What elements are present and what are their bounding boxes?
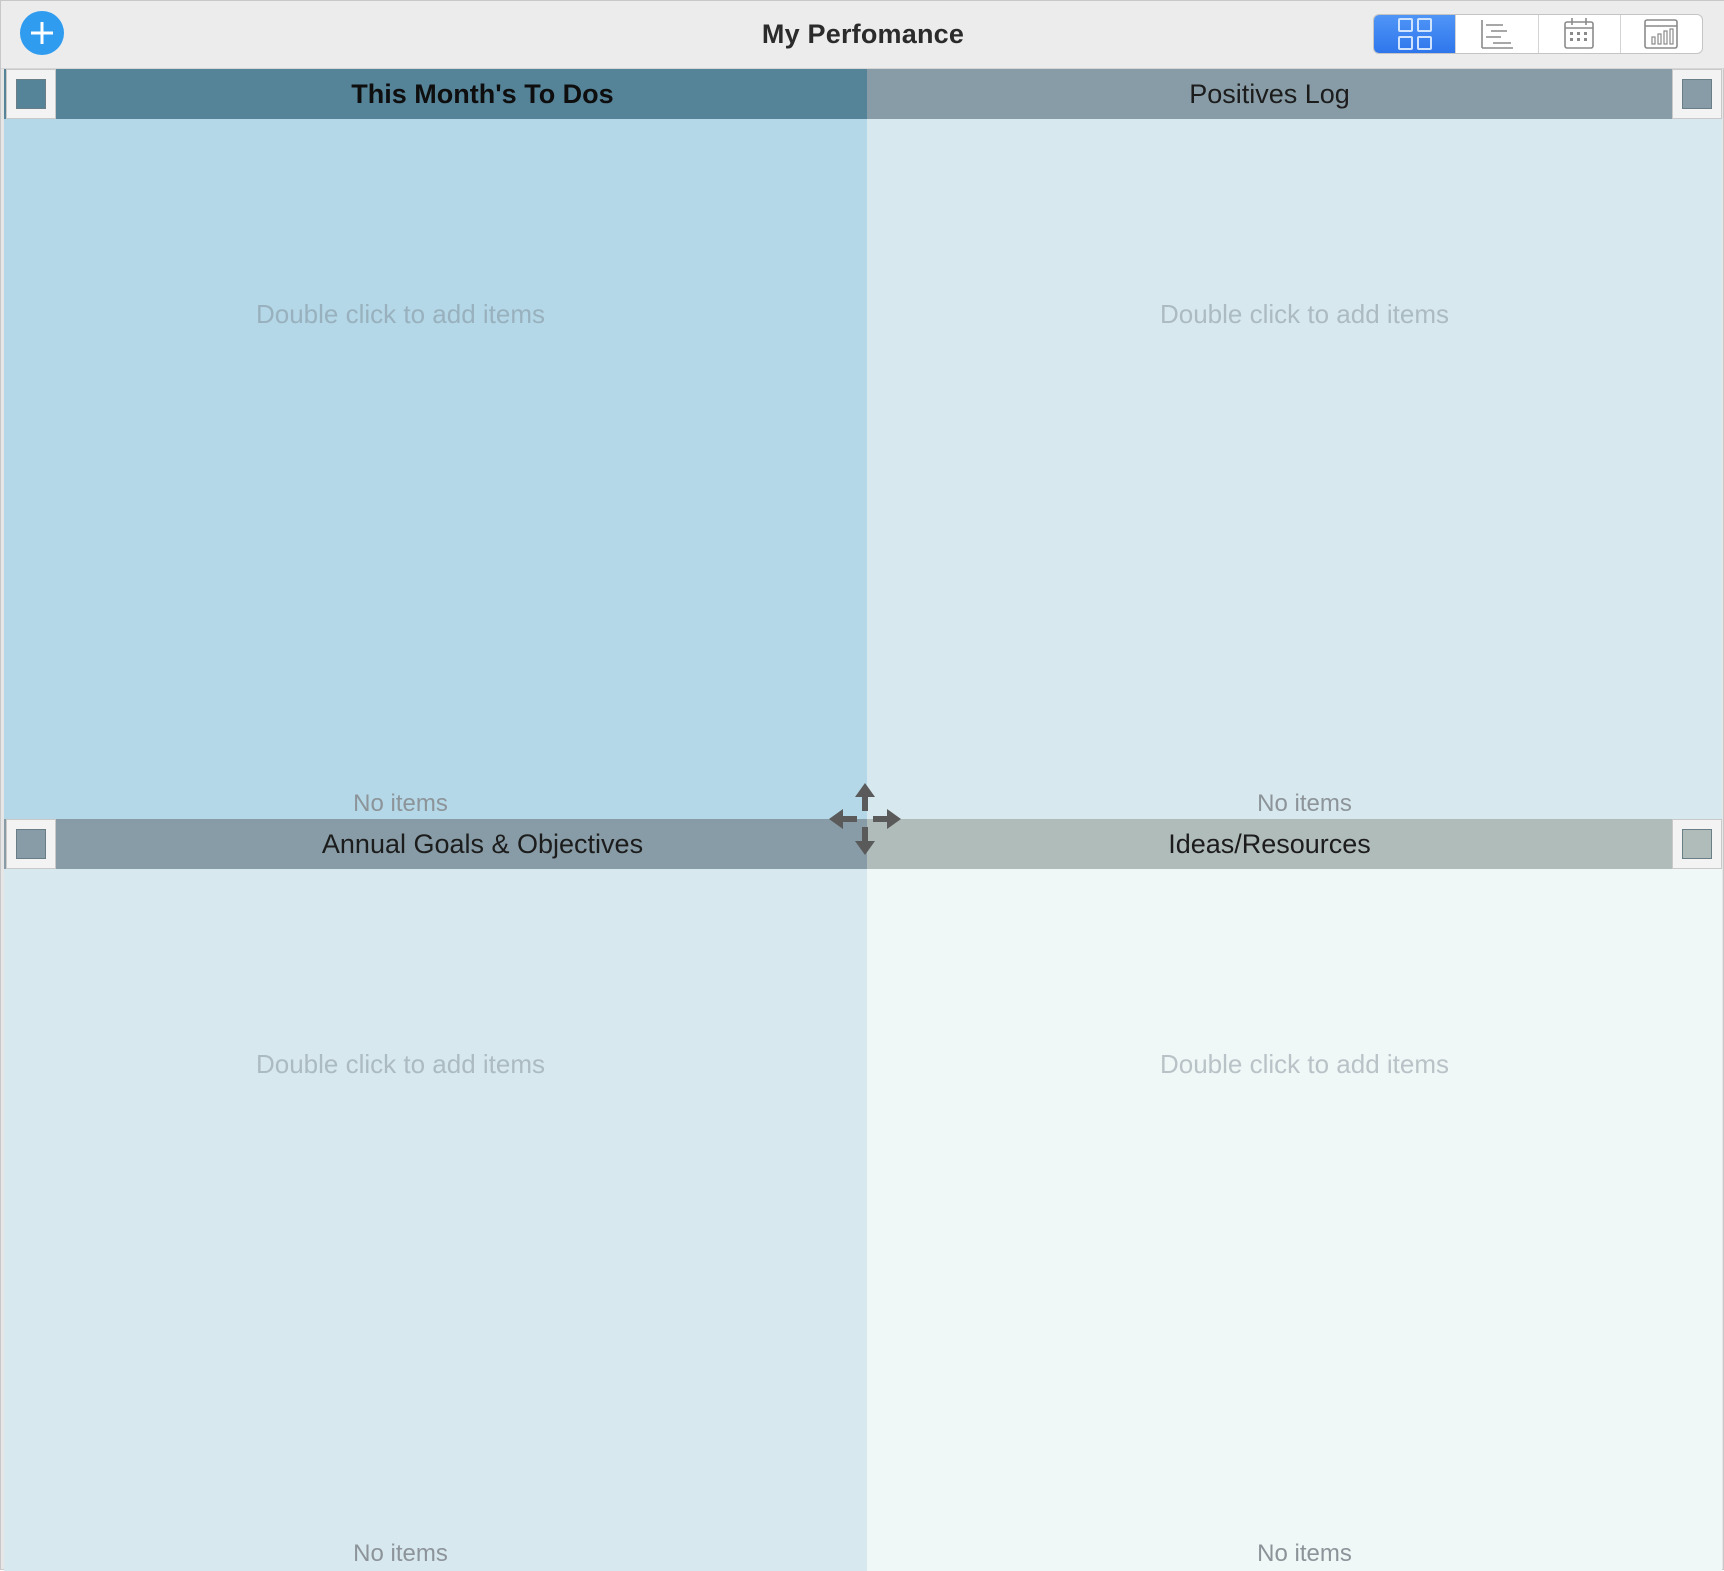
quadrant-top-right[interactable]: Positives Log Double click to add items … <box>867 69 1722 819</box>
calendar-icon <box>1564 18 1594 49</box>
quadrant-select-checkbox[interactable] <box>1672 69 1722 119</box>
quadrant-select-checkbox[interactable] <box>6 819 56 869</box>
quadrant-title: Ideas/Resources <box>1168 828 1371 859</box>
view-chart-button[interactable] <box>1621 15 1702 53</box>
empty-hint-text: Double click to add items <box>1159 299 1450 329</box>
chart-report-icon <box>1644 19 1679 49</box>
empty-hint: Double click to add items <box>4 299 867 330</box>
item-count: No items <box>4 1540 867 1568</box>
empty-hint-text: Double click to add items <box>1159 1049 1450 1079</box>
checkbox-swatch <box>1682 79 1712 109</box>
item-count: No items <box>4 790 867 818</box>
toolbar: My Perfomance <box>1 1 1724 69</box>
item-count-text: No items <box>353 790 448 817</box>
empty-hint: Double click to add items <box>867 299 1722 330</box>
quadrant-header[interactable]: This Month's To Dos <box>4 69 867 119</box>
checkbox-swatch <box>16 79 46 109</box>
view-outline-button[interactable] <box>1456 15 1539 53</box>
item-count: No items <box>867 1540 1722 1568</box>
item-count-text: No items <box>353 1540 448 1567</box>
empty-hint-text: Double click to add items <box>255 1049 546 1079</box>
quadrant-header[interactable]: Positives Log <box>867 69 1722 119</box>
quadrant-bottom-right[interactable]: Ideas/Resources Double click to add item… <box>867 819 1722 1571</box>
move-arrows-icon <box>829 783 901 855</box>
quadrant-select-checkbox[interactable] <box>1672 819 1722 869</box>
quadrant-header[interactable]: Ideas/Resources <box>867 819 1722 869</box>
empty-hint: Double click to add items <box>867 1049 1722 1080</box>
checkbox-swatch <box>1682 829 1712 859</box>
view-quadrant-button[interactable] <box>1374 15 1457 53</box>
quadrant-title: Annual Goals & Objectives <box>321 828 644 859</box>
quadrant-bottom-left[interactable]: Annual Goals & Objectives Double click t… <box>4 819 867 1571</box>
view-switcher <box>1373 14 1703 54</box>
quadrant-header[interactable]: Annual Goals & Objectives <box>4 819 867 869</box>
empty-hint-text: Double click to add items <box>255 299 546 329</box>
empty-hint: Double click to add items <box>4 1049 867 1080</box>
quadrant-select-checkbox[interactable] <box>6 69 56 119</box>
quadrant-top-left[interactable]: This Month's To Dos Double click to add … <box>4 69 867 819</box>
checkbox-swatch <box>16 829 46 859</box>
item-count-text: No items <box>1257 790 1352 817</box>
outline-list-icon <box>1481 20 1513 49</box>
view-calendar-button[interactable] <box>1539 15 1621 53</box>
quadrant-title: Positives Log <box>1189 78 1350 109</box>
add-button[interactable] <box>20 11 64 55</box>
quadrant-resize-handle[interactable] <box>827 781 903 857</box>
item-count: No items <box>867 790 1722 818</box>
quadrant-title: This Month's To Dos <box>351 78 614 109</box>
app-window: My Perfomance This Month's To Dos Double… <box>0 0 1724 1571</box>
item-count-text: No items <box>1257 1540 1352 1567</box>
plus-icon <box>31 22 53 44</box>
quadrant-grid-icon <box>1397 18 1432 50</box>
